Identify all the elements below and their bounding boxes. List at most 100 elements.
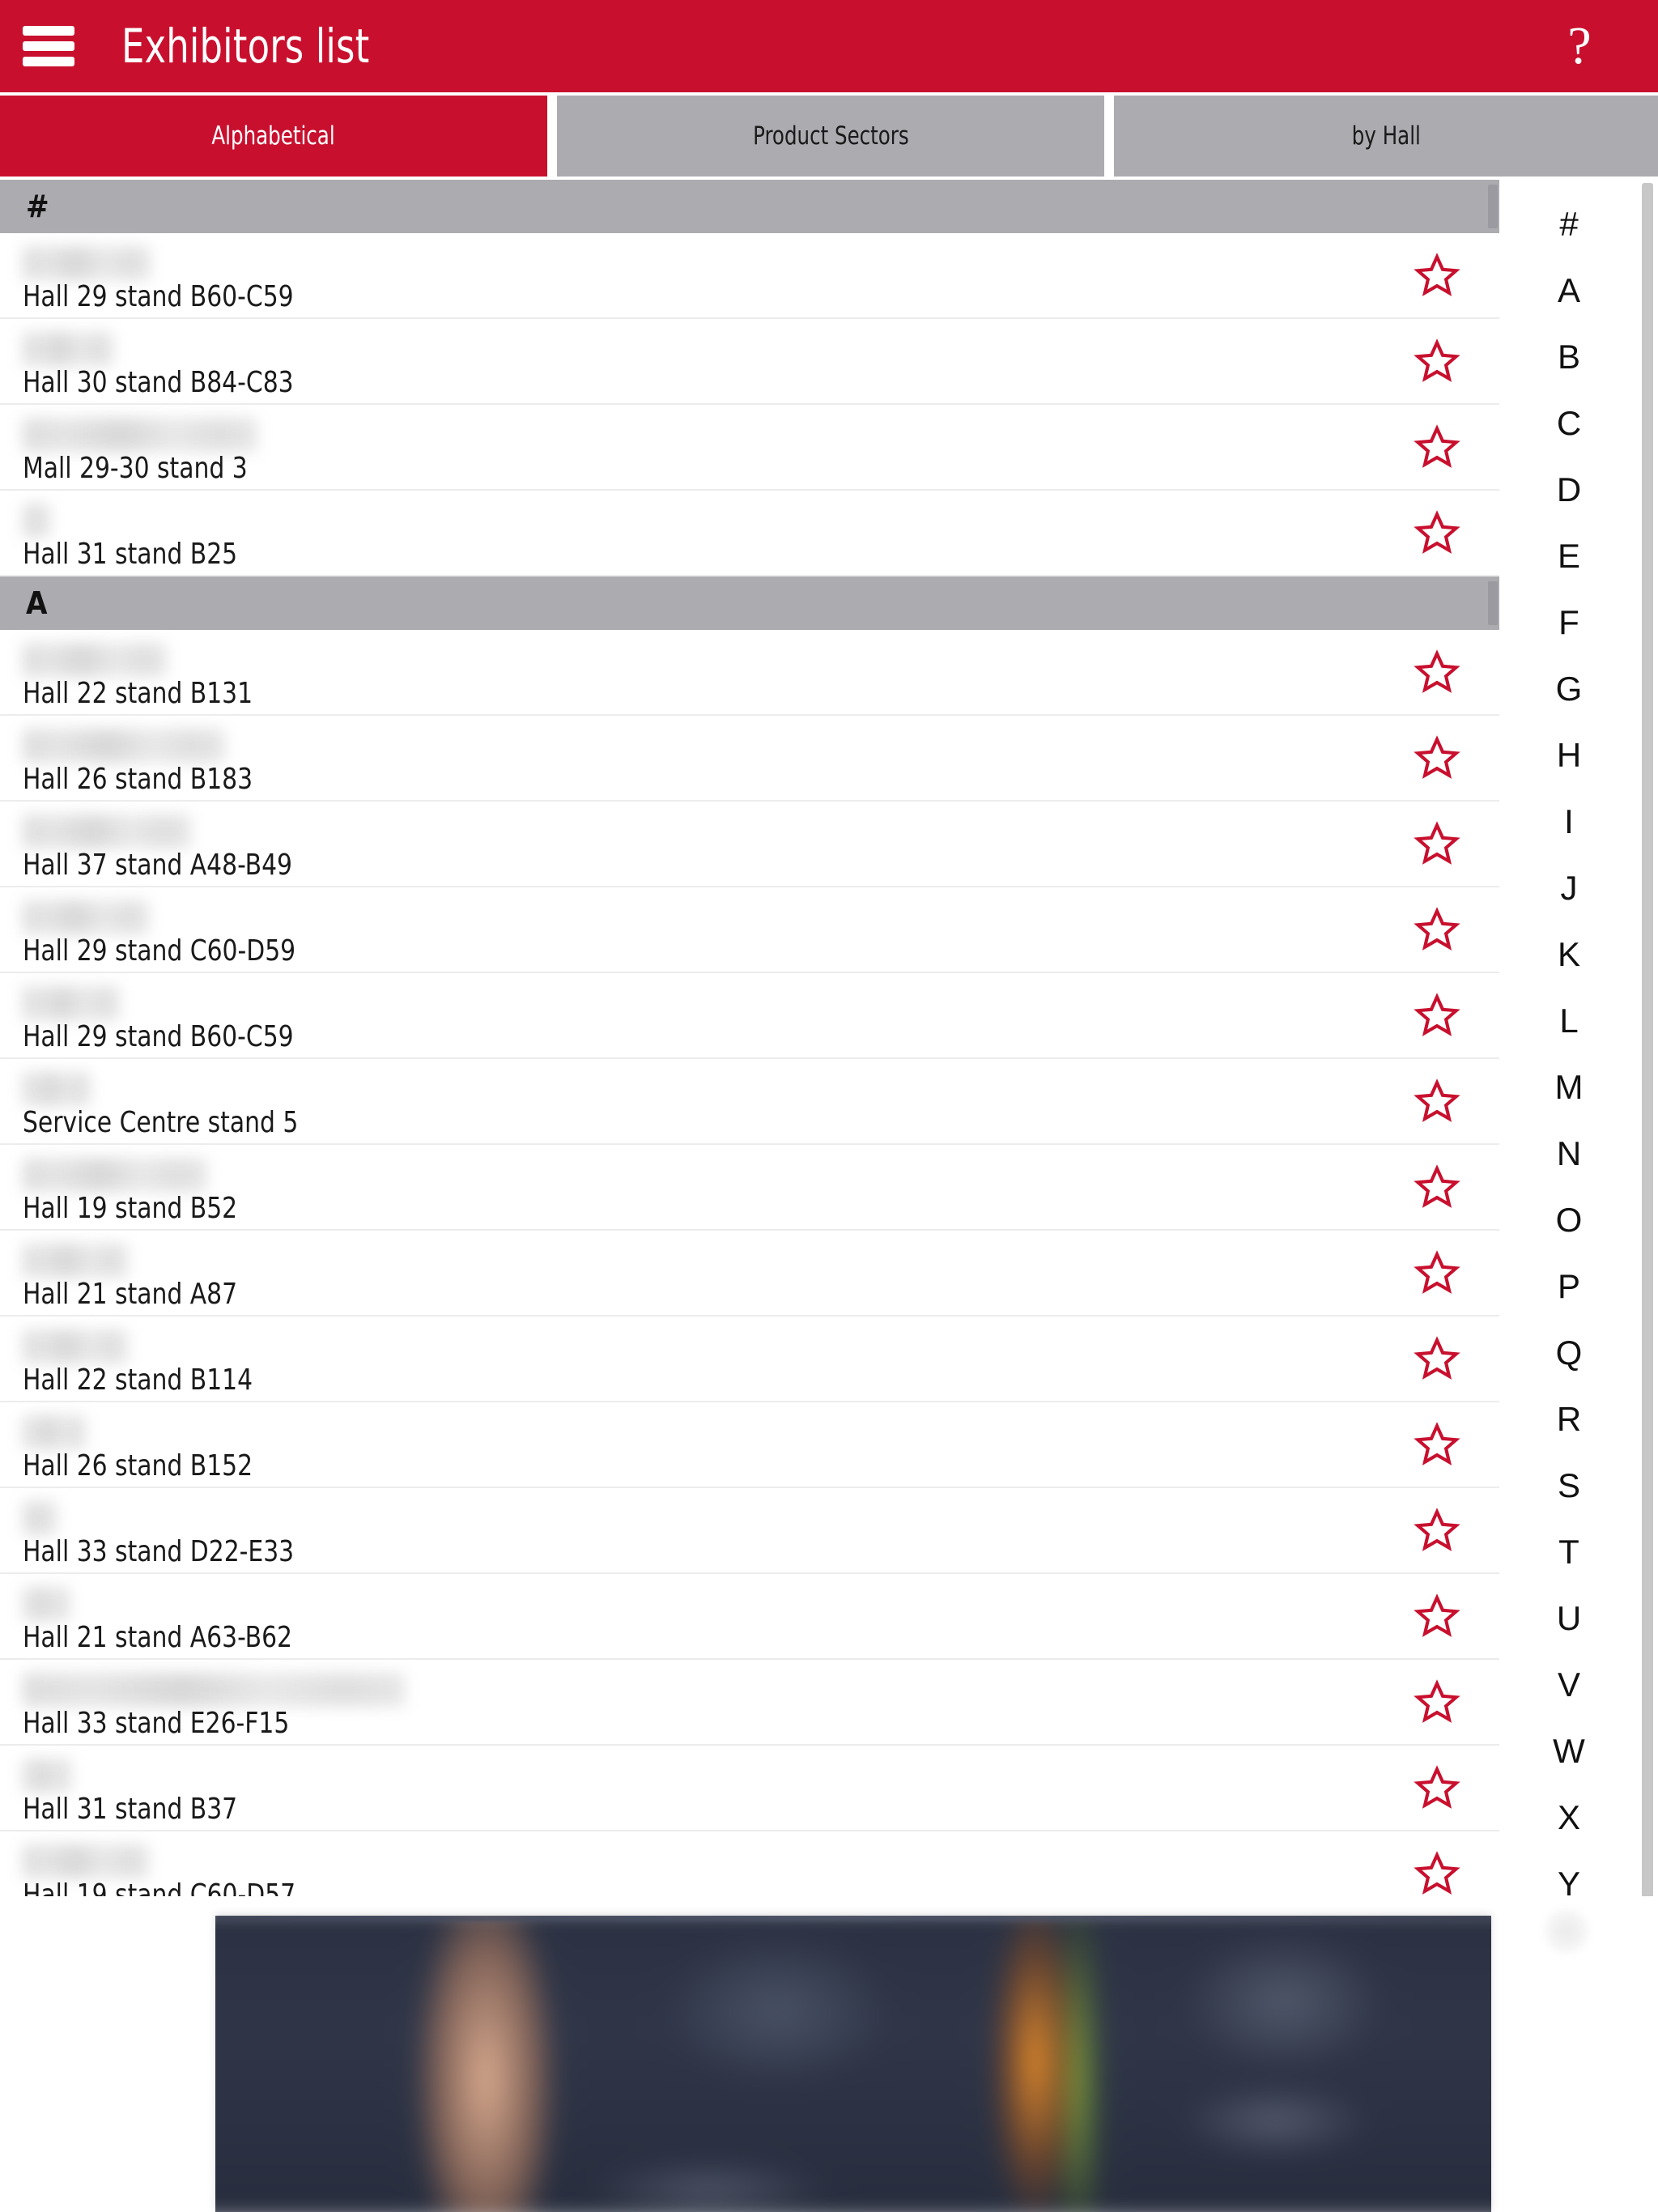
exhibitor-location: Hall 37 stand A48-B49 xyxy=(23,849,292,882)
exhibitor-name-redacted xyxy=(23,900,149,934)
favorite-star-icon[interactable] xyxy=(1414,734,1460,781)
exhibitor-row[interactable]: Hall 22 stand B131 xyxy=(0,630,1499,716)
help-icon[interactable]: ? xyxy=(1551,0,1608,92)
exhibitor-row[interactable]: Hall 26 stand B152 xyxy=(0,1402,1499,1488)
tab-by-hall[interactable]: by Hall xyxy=(1114,96,1658,177)
favorite-star-icon[interactable] xyxy=(1414,338,1460,385)
favorite-star-icon[interactable] xyxy=(1414,1335,1460,1382)
alphabet-index[interactable]: # A B C D E F G H I J K L M N O P Q R S T U V W X Y xyxy=(1499,180,1658,2212)
section-header-label: A xyxy=(26,585,48,621)
index-letter-d[interactable]: D xyxy=(1499,457,1639,523)
exhibitor-row[interactable]: Hall 26 stand B183 xyxy=(0,716,1499,802)
index-letter-o[interactable]: O xyxy=(1499,1187,1639,1253)
list-scroll-indicator[interactable] xyxy=(1488,185,1498,228)
exhibitor-row[interactable]: Hall 33 stand E26-F15 xyxy=(0,1660,1499,1746)
favorite-star-icon[interactable] xyxy=(1414,992,1460,1039)
favorite-star-icon[interactable] xyxy=(1414,509,1460,556)
exhibitor-name-redacted xyxy=(23,1844,149,1878)
favorite-star-icon[interactable] xyxy=(1414,1249,1460,1296)
index-letter-j[interactable]: J xyxy=(1499,855,1639,921)
index-letter-g[interactable]: G xyxy=(1499,656,1639,722)
index-letter-hash[interactable]: # xyxy=(1499,191,1639,257)
exhibitor-row[interactable]: Hall 31 stand B37 xyxy=(0,1746,1499,1831)
index-letter-b[interactable]: B xyxy=(1499,324,1639,390)
favorite-star-icon[interactable] xyxy=(1414,1678,1460,1725)
tab-alphabetical[interactable]: Alphabetical xyxy=(0,96,547,177)
favorite-star-icon[interactable] xyxy=(1414,1163,1460,1210)
exhibitor-row[interactable]: Hall 22 stand B114 xyxy=(0,1317,1499,1402)
index-letter-c[interactable]: C xyxy=(1499,390,1639,457)
favorite-star-icon[interactable] xyxy=(1414,252,1460,299)
index-letter-s[interactable]: S xyxy=(1499,1453,1639,1519)
index-letter-h[interactable]: H xyxy=(1499,722,1639,789)
index-letter-q[interactable]: Q xyxy=(1499,1320,1639,1386)
favorite-star-icon[interactable] xyxy=(1414,1078,1460,1125)
exhibitor-location: Hall 29 stand B60-C59 xyxy=(23,280,294,313)
index-letter-a[interactable]: A xyxy=(1499,257,1639,324)
index-letter-u[interactable]: U xyxy=(1499,1585,1639,1652)
exhibitor-location: Hall 30 stand B84-C83 xyxy=(23,366,294,399)
index-letter-r[interactable]: R xyxy=(1499,1386,1639,1453)
exhibitor-row[interactable]: Hall 31 stand B25 xyxy=(0,491,1499,576)
exhibitor-name-redacted xyxy=(23,1158,207,1192)
hamburger-bar-2 xyxy=(23,41,74,51)
exhibitor-name-redacted xyxy=(23,418,257,452)
exhibitor-list[interactable]: # Hall 29 stand B60-C59 Hall 30 stand B84-… xyxy=(0,180,1499,2212)
exhibitor-row[interactable]: Hall 37 stand A48-B49 xyxy=(0,802,1499,887)
exhibitor-location: Hall 33 stand D22-E33 xyxy=(23,1535,295,1568)
index-letter-m[interactable]: M xyxy=(1499,1054,1639,1121)
page-title: Exhibitors list xyxy=(121,19,370,74)
index-letter-v[interactable]: V xyxy=(1499,1652,1639,1718)
exhibitor-location: Hall 31 stand B25 xyxy=(23,538,238,571)
exhibitor-row[interactable]: Hall 29 stand B60-C59 xyxy=(0,233,1499,319)
index-letter-f[interactable]: F xyxy=(1499,589,1639,656)
exhibitor-row[interactable]: Hall 29 stand C60-D59 xyxy=(0,887,1499,973)
exhibitor-name-redacted xyxy=(23,729,225,763)
favorite-star-icon[interactable] xyxy=(1414,1421,1460,1468)
exhibitor-row[interactable]: Hall 21 stand A87 xyxy=(0,1231,1499,1317)
exhibitor-row[interactable]: Hall 33 stand D22-E33 xyxy=(0,1488,1499,1574)
favorite-star-icon[interactable] xyxy=(1414,1850,1460,1897)
favorite-star-icon[interactable] xyxy=(1414,649,1460,696)
index-letter-x[interactable]: X xyxy=(1499,1784,1639,1851)
app-header: Exhibitors list ? xyxy=(0,0,1658,92)
exhibitor-location: Hall 22 stand B114 xyxy=(23,1363,253,1397)
list-scroll-indicator[interactable] xyxy=(1488,581,1498,625)
favorite-star-icon[interactable] xyxy=(1414,1593,1460,1640)
hamburger-bar-1 xyxy=(23,26,74,36)
exhibitor-name-redacted xyxy=(23,815,191,849)
index-letter-l[interactable]: L xyxy=(1499,988,1639,1054)
favorite-star-icon[interactable] xyxy=(1414,423,1460,470)
exhibitor-location: Mall 29-30 stand 3 xyxy=(23,452,248,485)
tab-product-sectors[interactable]: Product Sectors xyxy=(557,96,1104,177)
favorite-star-icon[interactable] xyxy=(1414,1764,1460,1811)
index-letter-i[interactable]: I xyxy=(1499,789,1639,855)
exhibitor-row[interactable]: Service Centre stand 5 xyxy=(0,1059,1499,1145)
exhibitor-row[interactable]: Hall 19 stand C60-D57 xyxy=(0,1831,1499,1917)
exhibitor-row[interactable]: Hall 21 stand A63-B62 xyxy=(0,1574,1499,1660)
list-scrollbar[interactable] xyxy=(1642,183,1653,1956)
exhibitor-row[interactable]: Hall 19 stand B52 xyxy=(0,1145,1499,1231)
index-letter-y[interactable]: Y xyxy=(1499,1851,1639,1917)
exhibitor-row[interactable]: Mall 29-30 stand 3 xyxy=(0,405,1499,491)
exhibitor-name-redacted xyxy=(23,1501,57,1535)
exhibitor-location: Hall 19 stand B52 xyxy=(23,1192,238,1225)
exhibitor-name-redacted xyxy=(23,643,167,677)
tab-product-sectors-label: Product Sectors xyxy=(752,121,909,151)
index-letter-w[interactable]: W xyxy=(1499,1718,1639,1784)
exhibitor-row[interactable]: Hall 30 stand B84-C83 xyxy=(0,319,1499,405)
exhibitor-row[interactable]: Hall 29 stand B60-C59 xyxy=(0,973,1499,1059)
index-letter-k[interactable]: K xyxy=(1499,921,1639,988)
exhibitor-name-redacted xyxy=(23,1759,71,1793)
favorite-star-icon[interactable] xyxy=(1414,820,1460,867)
index-letter-n[interactable]: N xyxy=(1499,1121,1639,1187)
exhibitor-location: Hall 31 stand B37 xyxy=(23,1793,238,1826)
exhibitor-location: Hall 26 stand B183 xyxy=(23,763,253,796)
favorite-star-icon[interactable] xyxy=(1414,906,1460,953)
index-letter-e[interactable]: E xyxy=(1499,523,1639,589)
exhibitor-name-redacted xyxy=(23,1072,91,1106)
index-letter-p[interactable]: P xyxy=(1499,1253,1639,1320)
hamburger-menu-icon[interactable] xyxy=(23,26,74,66)
favorite-star-icon[interactable] xyxy=(1414,1507,1460,1554)
index-letter-t[interactable]: T xyxy=(1499,1519,1639,1585)
